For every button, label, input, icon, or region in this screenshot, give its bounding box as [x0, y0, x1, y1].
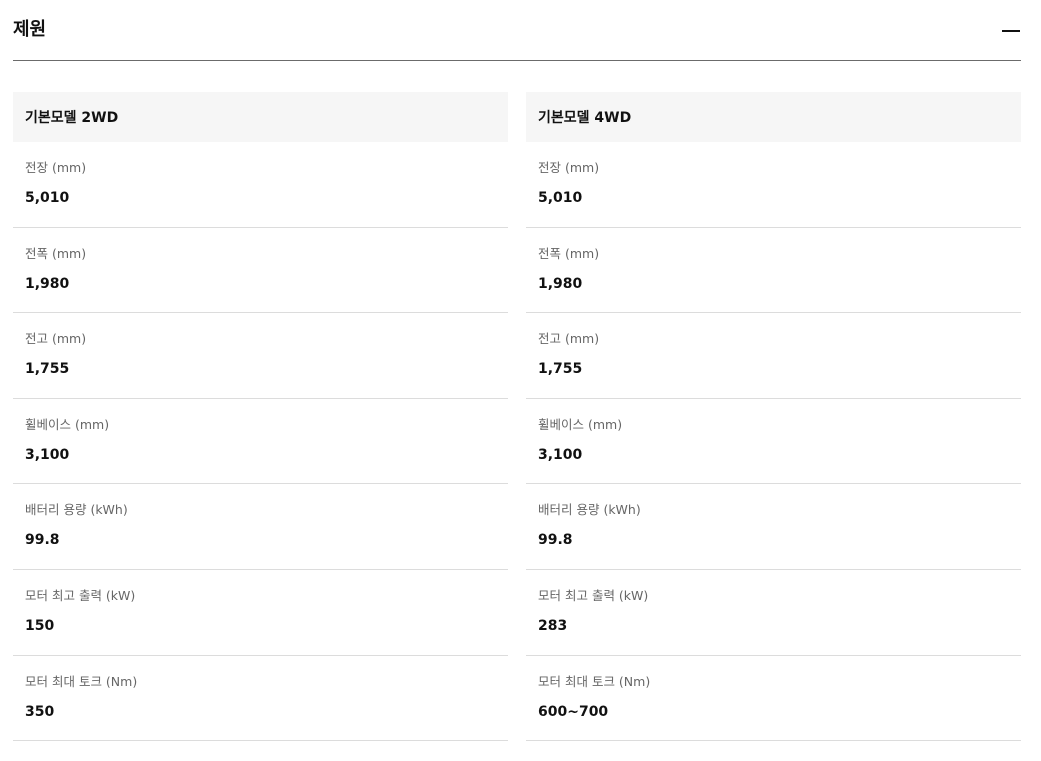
- spec-row-motor-torque: 모터 최대 토크 (Nm) 600~700: [526, 656, 1021, 742]
- spec-value: 1,980: [25, 275, 70, 292]
- spec-label: 모터 최고 출력 (kW): [25, 587, 136, 603]
- spec-label: 휠베이스 (mm): [25, 416, 110, 432]
- spec-label: 배터리 용량 (kWh): [538, 502, 641, 518]
- spec-label: 전폭 (mm): [25, 245, 87, 261]
- spec-row-battery: 배터리 용량 (kWh) 99.8: [13, 484, 508, 570]
- spec-label: 모터 최대 토크 (Nm): [538, 673, 651, 689]
- section-title: 제원: [13, 19, 47, 40]
- column-header: 기본모델 4WD: [526, 92, 1021, 142]
- spec-column-2wd: 기본모델 2WD 전장 (mm) 5,010 전폭 (mm) 1,980 전고 …: [13, 92, 508, 742]
- spec-column-4wd: 기본모델 4WD 전장 (mm) 5,010 전폭 (mm) 1,980 전고 …: [526, 92, 1021, 742]
- spec-value: 350: [25, 703, 55, 720]
- spec-row-wheelbase: 휠베이스 (mm) 3,100: [13, 399, 508, 485]
- spec-label: 모터 최대 토크 (Nm): [25, 673, 138, 689]
- spec-label: 전장 (mm): [538, 160, 600, 175]
- spec-label: 전폭 (mm): [538, 245, 600, 261]
- spec-row-length: 전장 (mm) 5,010: [13, 142, 508, 228]
- spec-value: 150: [25, 617, 55, 634]
- spec-row-motor-power: 모터 최고 출력 (kW) 283: [526, 570, 1021, 656]
- spec-label: 모터 최고 출력 (kW): [538, 587, 649, 603]
- spec-label: 전고 (mm): [538, 331, 600, 347]
- spec-section-header: 제원: [13, 0, 1021, 61]
- spec-value: 1,980: [538, 275, 583, 292]
- spec-value: 1,755: [538, 361, 583, 378]
- spec-label: 전장 (mm): [25, 160, 87, 175]
- spec-value: 3,100: [25, 446, 70, 463]
- collapse-button[interactable]: [1001, 20, 1021, 40]
- spec-row-width: 전폭 (mm) 1,980: [13, 228, 508, 314]
- spec-row-height: 전고 (mm) 1,755: [526, 313, 1021, 399]
- spec-row-wheelbase: 휠베이스 (mm) 3,100: [526, 399, 1021, 485]
- spec-row-battery: 배터리 용량 (kWh) 99.8: [526, 484, 1021, 570]
- spec-value: 99.8: [538, 532, 573, 549]
- column-header-label: 기본모델 2WD: [25, 110, 119, 126]
- minus-icon: [1002, 30, 1020, 32]
- spec-value: 5,010: [538, 190, 583, 206]
- spec-value: 3,100: [538, 446, 583, 463]
- spec-value: 600~700: [538, 703, 609, 720]
- spec-row-motor-torque: 모터 최대 토크 (Nm) 350: [13, 656, 508, 742]
- spec-row-width: 전폭 (mm) 1,980: [526, 228, 1021, 314]
- spec-value: 5,010: [25, 190, 70, 206]
- column-header-label: 기본모델 4WD: [538, 110, 632, 126]
- spec-row-height: 전고 (mm) 1,755: [13, 313, 508, 399]
- spec-row-motor-power: 모터 최고 출력 (kW) 150: [13, 570, 508, 656]
- spec-value: 1,755: [25, 361, 70, 378]
- spec-label: 휠베이스 (mm): [538, 416, 623, 432]
- spec-value: 99.8: [25, 532, 60, 549]
- spec-row-length: 전장 (mm) 5,010: [526, 142, 1021, 228]
- spec-value: 283: [538, 617, 568, 634]
- spec-label: 배터리 용량 (kWh): [25, 502, 128, 518]
- spec-label: 전고 (mm): [25, 331, 87, 347]
- column-header: 기본모델 2WD: [13, 92, 508, 142]
